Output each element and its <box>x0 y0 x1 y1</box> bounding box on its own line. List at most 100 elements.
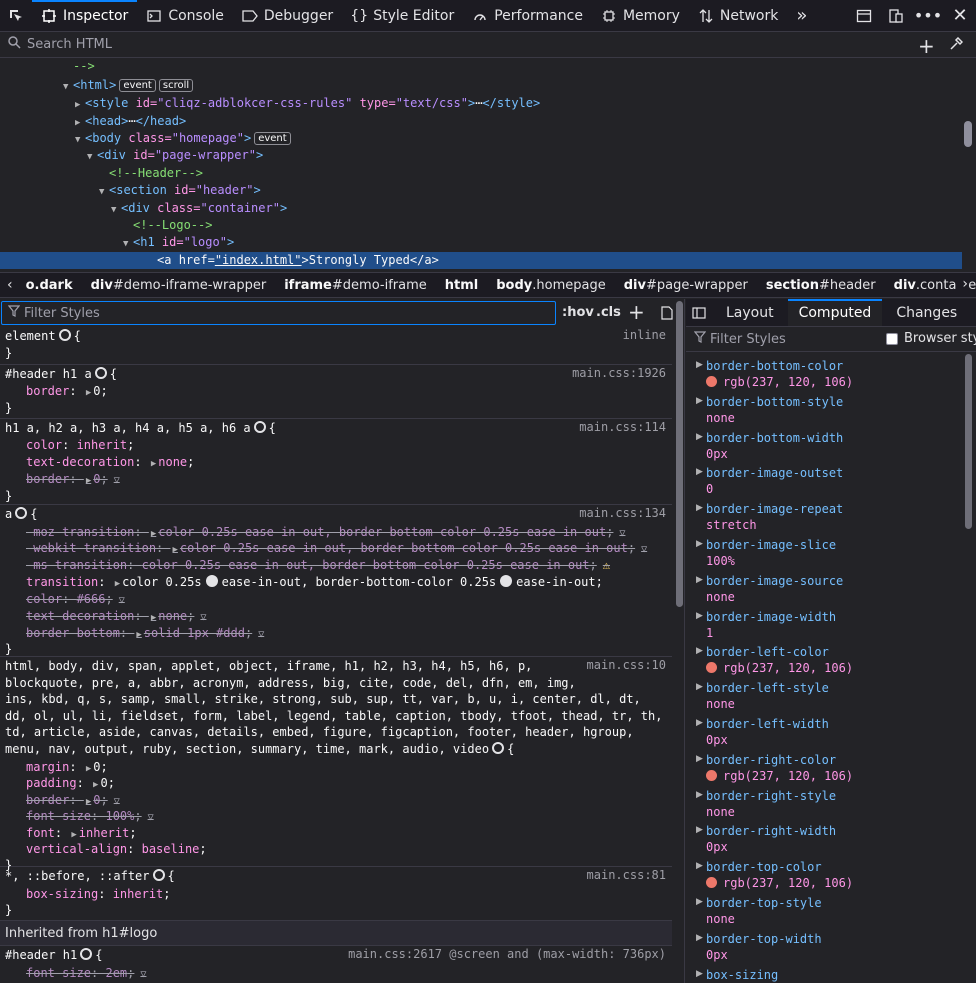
markup-node[interactable]: ▼ <div class="container"> <box>111 200 287 217</box>
computed-property[interactable]: ▶ border-top-width 0px <box>686 931 964 967</box>
event-badge[interactable]: event <box>119 79 156 92</box>
markup-node[interactable]: ▶ <style id="cliqz-adblokcer-css-rules" t… <box>75 95 540 112</box>
search-input[interactable]: Search HTML <box>27 37 112 52</box>
markup-node[interactable]: ▼ <html> event scroll <box>63 77 194 96</box>
declaration-overridden[interactable]: border: ▶ 0; ▽ <box>26 792 120 809</box>
computed-filter-input[interactable]: Filter Styles <box>710 332 786 347</box>
twisty-icon[interactable]: ▼ <box>111 202 121 219</box>
markup-node[interactable]: <!--Header--> <box>99 165 203 182</box>
declaration[interactable]: box-sizing: inherit; <box>26 886 171 903</box>
twisty-icon[interactable]: ▶ <box>696 396 703 406</box>
twisty-icon[interactable]: ▶ <box>696 360 703 370</box>
markup-node-selected[interactable]: <a href="index.html">Strongly Typed</a> <box>0 252 962 269</box>
twisty-icon[interactable]: ▶ <box>696 754 703 764</box>
twisty-icon[interactable]: ▶ <box>696 718 703 728</box>
tab-performance[interactable]: Performance <box>463 0 592 31</box>
declaration-overridden[interactable]: border: ▶ 0; ▽ <box>26 471 120 488</box>
hov-button[interactable]: :hov <box>562 305 594 320</box>
rule-source[interactable]: inline <box>623 328 666 342</box>
computed-property[interactable]: ▶ border-right-width 0px <box>686 823 964 859</box>
breadcrumb-item[interactable]: o.dark <box>17 278 82 293</box>
markup-scrollbar[interactable] <box>964 121 972 147</box>
declaration-overridden[interactable]: -ms-transition: color 0.25s ease-in-out,… <box>26 557 610 574</box>
twisty-icon[interactable]: ▶ <box>696 646 703 656</box>
markup-node[interactable]: ▼ <body class="homepage"> event <box>75 130 291 147</box>
filter-styles-input[interactable]: Filter Styles <box>1 301 556 325</box>
declaration[interactable]: font: ▶ inherit; <box>26 825 137 842</box>
twisty-icon[interactable]: ▶ <box>696 897 703 907</box>
twisty-icon[interactable]: ▼ <box>99 184 109 201</box>
computed-property[interactable]: ▶ border-left-color rgb(237, 120, 106) <box>686 644 964 680</box>
color-swatch[interactable] <box>706 662 717 674</box>
computed-property[interactable]: ▶box-sizingborder-box <box>686 967 964 983</box>
twisty-icon[interactable]: ▶ <box>75 97 85 114</box>
twisty-icon[interactable]: ▼ <box>123 236 133 253</box>
breadcrumb-item[interactable]: body.homepage <box>487 278 615 293</box>
twisty-icon[interactable]: ▶ <box>696 611 703 621</box>
tab-computed[interactable]: Computed <box>787 299 883 326</box>
declaration-overridden[interactable]: text-decoration: ▶ none; ▽ <box>26 608 206 625</box>
rule-source[interactable]: main.css:81 <box>587 868 666 882</box>
computed-property[interactable]: ▶ border-image-outset 0 <box>686 465 964 501</box>
tab-style-editor[interactable]: {} Style Editor <box>342 0 463 31</box>
computed-property[interactable]: ▶ border-right-color rgb(237, 120, 106) <box>686 752 964 788</box>
color-swatch[interactable] <box>706 877 717 889</box>
twisty-icon[interactable]: ▶ <box>696 432 703 442</box>
declaration-overridden[interactable]: -webkit-transition: ▶ color 0.25s ease-in… <box>26 540 647 557</box>
add-rule-icon[interactable]: + <box>628 300 645 324</box>
sidebar-toggle-icon[interactable] <box>686 299 712 326</box>
twisty-icon[interactable]: ▶ <box>696 790 703 800</box>
markup-node[interactable]: ▼ <h1 id="logo"> <box>123 234 234 251</box>
cls-button[interactable]: .cls <box>596 305 621 320</box>
chevron-down-icon[interactable]: ▼ <box>971 299 976 326</box>
add-node-icon[interactable]: + <box>918 34 935 58</box>
breadcrumb-item[interactable]: div#page-wrapper <box>615 278 757 293</box>
computed-property[interactable]: ▶ border-left-width 0px <box>686 716 964 752</box>
twisty-icon[interactable]: ▶ <box>696 933 703 943</box>
declaration[interactable]: transition: ▶ color 0.25s ease-in-out, bor… <box>26 574 603 591</box>
more-options-icon[interactable]: ••• <box>912 0 944 31</box>
declaration[interactable]: border: ▶ 0; <box>26 383 108 400</box>
twisty-icon[interactable]: ▶ <box>696 682 703 692</box>
declaration-overridden[interactable]: font-size: 100%; ▽ <box>26 808 154 825</box>
responsive-design-icon[interactable] <box>880 0 912 31</box>
rule-source[interactable]: main.css:114 <box>579 420 666 434</box>
eyedropper-icon[interactable] <box>949 36 964 55</box>
tab-memory[interactable]: Memory <box>592 0 689 31</box>
twisty-icon[interactable]: ▶ <box>696 503 703 513</box>
twisty-icon[interactable]: ▶ <box>696 539 703 549</box>
twisty-icon[interactable]: ▶ <box>696 467 703 477</box>
declaration-overridden[interactable]: color: #666; ▽ <box>26 591 125 608</box>
tab-changes[interactable]: Changes <box>882 299 971 326</box>
computed-property[interactable]: ▶ border-image-slice 100% <box>686 537 964 573</box>
twisty-icon[interactable]: ▼ <box>87 149 97 166</box>
tab-layout[interactable]: Layout <box>712 299 788 326</box>
declaration[interactable]: vertical-align: baseline; <box>26 841 207 858</box>
rule-source[interactable]: main.css:134 <box>579 506 666 520</box>
declaration-overridden[interactable]: font-size: 2em; ▽ <box>26 965 146 982</box>
twisty-icon[interactable]: ▼ <box>63 79 73 96</box>
computed-scrollbar[interactable] <box>965 354 972 529</box>
twisty-icon[interactable]: ▶ <box>696 969 703 979</box>
tab-inspector[interactable]: Inspector <box>32 0 138 31</box>
close-icon[interactable]: ✕ <box>944 0 976 31</box>
chevron-left-icon[interactable]: ‹ <box>0 277 17 293</box>
markup-node[interactable]: --> <box>63 58 95 75</box>
breadcrumb-item[interactable]: div#demo-iframe-wrapper <box>82 278 276 293</box>
breadcrumb-item[interactable]: section#header <box>757 278 885 293</box>
print-media-icon[interactable] <box>661 306 673 324</box>
computed-property[interactable]: ▶ border-bottom-style none <box>686 394 964 430</box>
sidebar-toggle-icon[interactable] <box>848 0 880 31</box>
markup-node[interactable]: ▼ <div id="page-wrapper"> <box>87 147 263 164</box>
rule-source[interactable]: main.css:1926 <box>572 366 666 380</box>
twisty-icon[interactable]: ▶ <box>696 861 703 871</box>
markup-node[interactable]: ▶ <head>⋯</head> <box>75 113 186 130</box>
computed-property[interactable]: ▶ border-top-color rgb(237, 120, 106) <box>686 859 964 895</box>
rules-scrollbar[interactable] <box>676 301 683 607</box>
computed-property[interactable]: ▶ border-image-source none <box>686 573 964 609</box>
scroll-badge[interactable]: scroll <box>158 79 194 92</box>
rule-source[interactable]: main.css:2617 @screen and (max-width: 73… <box>348 947 666 961</box>
browser-styles-checkbox[interactable] <box>886 333 898 345</box>
element-picker-icon[interactable] <box>0 0 32 31</box>
rule-source[interactable]: main.css:10 <box>587 658 666 672</box>
